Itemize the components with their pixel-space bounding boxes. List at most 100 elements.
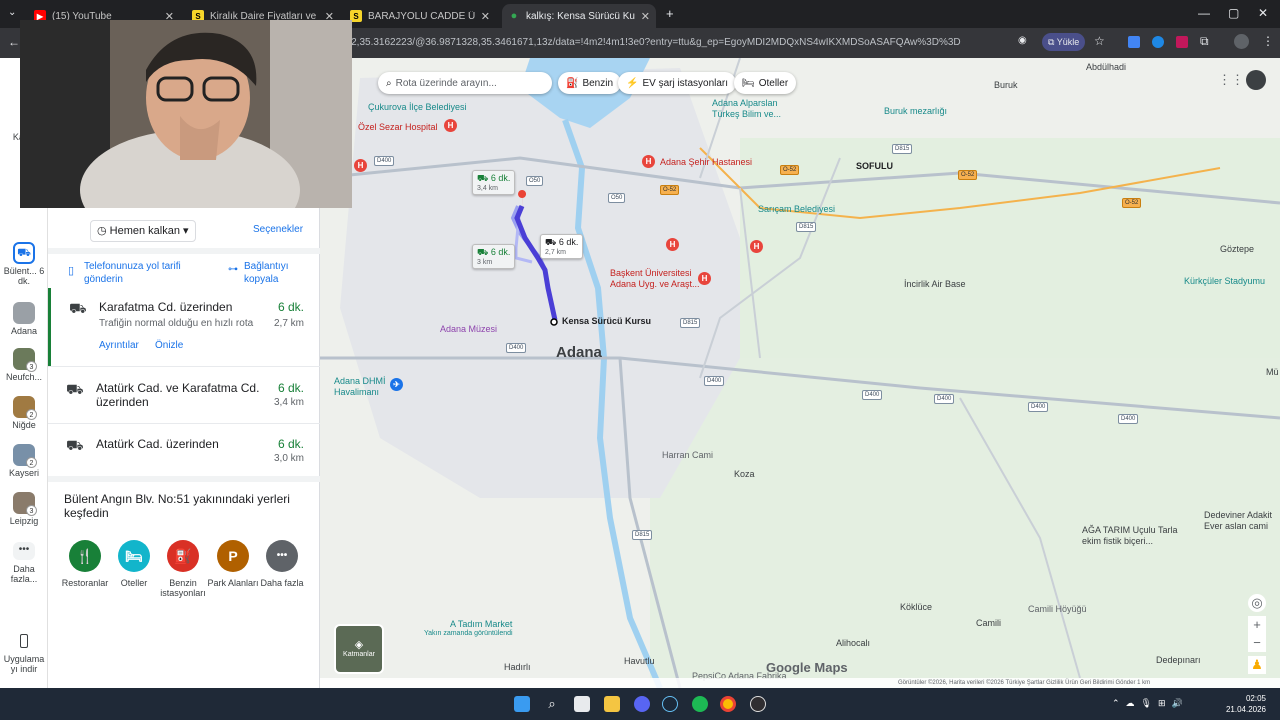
- hospital-icon[interactable]: H: [698, 272, 711, 285]
- options-link[interactable]: Seçenekler: [253, 224, 303, 235]
- search-icon[interactable]: ⌕: [544, 696, 560, 712]
- chip-ev-charging[interactable]: ⚡ EV şarj istasyonları: [618, 72, 737, 94]
- new-tab-button[interactable]: +: [666, 6, 674, 21]
- layers-button[interactable]: ◈ Katmanlar: [334, 624, 384, 674]
- count-badge: 2: [26, 457, 37, 468]
- tab-search-button[interactable]: ⌄: [8, 7, 16, 18]
- route-option-1[interactable]: ⛟ Karafatma Cd. üzerinden 6 dk. Trafiğin…: [48, 288, 320, 366]
- hospital-icon[interactable]: H: [444, 119, 457, 132]
- callout-time: 6 dk.: [490, 247, 511, 257]
- route-details-link[interactable]: Ayrıntılar: [99, 340, 139, 351]
- extensions-puzzle-icon[interactable]: ⧉: [1200, 34, 1209, 49]
- discord-icon[interactable]: [634, 696, 650, 712]
- destination-label[interactable]: Kensa Sürücü Kursu: [562, 316, 651, 326]
- taskbar-clock[interactable]: 02:05 21.04.2026: [1226, 693, 1266, 715]
- rail-label: Kayseri: [8, 468, 39, 478]
- close-window-button[interactable]: ✕: [1258, 6, 1268, 20]
- route-callout-alt-2[interactable]: ⛟ 6 dk. 3 km: [472, 244, 516, 269]
- clock-icon: ◷: [97, 225, 110, 237]
- place-label: Dedepınarı: [1156, 655, 1201, 665]
- route-callout-primary[interactable]: ⛟ 6 dk. 2,7 km: [540, 234, 584, 259]
- road-shield: O-52: [660, 185, 680, 195]
- rail-item-nigde[interactable]: 2 Niğde: [0, 396, 48, 430]
- profile-avatar[interactable]: [1234, 34, 1249, 49]
- rail-item-kayseri[interactable]: 2 Kayseri: [0, 444, 48, 478]
- hospital-icon[interactable]: H: [750, 240, 763, 253]
- route-search-input[interactable]: ⌕ Rota üzerinde arayın...: [378, 72, 552, 94]
- route-option-3[interactable]: ⛟ Atatürk Cad. üzerinden 6 dk. 3,0 km: [48, 424, 320, 476]
- back-icon[interactable]: ←: [8, 35, 20, 49]
- category-label: Daha fazla: [260, 578, 304, 588]
- apps-grid-icon[interactable]: ⋮⋮: [1218, 72, 1244, 88]
- chrome-icon[interactable]: [720, 696, 736, 712]
- extension-icon[interactable]: [1176, 36, 1188, 48]
- chip-hotels[interactable]: 🛏 Oteller: [734, 72, 797, 94]
- translate-icon[interactable]: [1128, 36, 1140, 48]
- close-icon[interactable]: ✕: [481, 10, 490, 23]
- windows-start-icon[interactable]: [514, 696, 530, 712]
- hospital-icon[interactable]: H: [642, 155, 655, 168]
- route-option-2[interactable]: ⛟ Atatürk Cad. ve Karafatma Cd. üzerinde…: [48, 367, 320, 423]
- zoom-out-button[interactable]: −: [1248, 634, 1266, 652]
- pegman-icon[interactable]: ♟: [1248, 656, 1266, 674]
- rail-label: Daha fazla...: [10, 564, 38, 584]
- category-label: Park Alanları: [207, 578, 259, 588]
- tab-barajyolu[interactable]: S BARAJYOLU CADDE ÜSTÜ BOŞ ✕: [344, 4, 496, 28]
- place-thumbnail: 2: [13, 444, 37, 468]
- hotel-icon: 🛏: [118, 540, 150, 572]
- menu-kebab-icon[interactable]: ⋮: [1262, 34, 1274, 48]
- place-label: Başkent Üniversitesi Adana Uyg. ve Araşt…: [610, 268, 700, 289]
- place-thumbnail: 3: [13, 492, 37, 516]
- route-callout-alt-1[interactable]: ⛟ 6 dk. 3,4 km: [472, 170, 516, 195]
- route-preview-link[interactable]: Önizle: [155, 340, 183, 351]
- send-to-phone-link[interactable]: Telefonunuza yol tarifi gönderin: [84, 260, 194, 286]
- my-location-button[interactable]: ◎: [1248, 594, 1266, 612]
- rail-item-get-app[interactable]: Uygulama yı indir: [0, 634, 48, 674]
- chevron-down-icon: ▾: [179, 225, 189, 237]
- system-tray[interactable]: ⌃☁🎙⊞🔊: [1112, 698, 1189, 709]
- category-more[interactable]: ••• Daha fazla: [253, 540, 311, 588]
- depart-time-select[interactable]: ◷ Hemen kalkan ▾: [90, 220, 196, 242]
- airport-icon[interactable]: ✈: [390, 378, 403, 391]
- hospital-icon[interactable]: H: [354, 159, 367, 172]
- more-dots-icon: •••: [266, 540, 298, 572]
- minimize-button[interactable]: —: [1198, 6, 1210, 20]
- account-avatar[interactable]: [1246, 70, 1266, 90]
- place-label: Buruk mezarlığı: [884, 106, 948, 116]
- parking-icon: P: [217, 540, 249, 572]
- chip-fuel[interactable]: ⛽ Benzin: [558, 72, 622, 94]
- rail-item-neufch[interactable]: 3 Neufch...: [0, 348, 48, 382]
- place-thumbnail: 3: [13, 348, 37, 372]
- hospital-icon[interactable]: H: [666, 238, 679, 251]
- map-canvas[interactable]: ⌕ Rota üzerinde arayın... ⛽ Benzin ⚡ EV şa…: [320, 58, 1280, 688]
- tab-maps[interactable]: ● kalkış: Kensa Sürücü Kursu, Kur ✕: [502, 4, 656, 28]
- tab-title: kalkış: Kensa Sürücü Kursu, Kur: [526, 10, 635, 22]
- rail-item-route[interactable]: ⛟ Bülent... 6 dk.: [0, 242, 48, 286]
- car-icon: ⛟: [69, 300, 87, 316]
- car-icon: ⛟: [477, 173, 491, 183]
- road-shield: O-52: [1122, 198, 1142, 208]
- steam-icon[interactable]: [662, 696, 678, 712]
- place-label: Adana Müzesi: [440, 324, 498, 334]
- webcam-overlay: [20, 20, 352, 208]
- spotify-icon[interactable]: [692, 696, 708, 712]
- store-icon[interactable]: [574, 696, 590, 712]
- road-shield: D400: [1118, 414, 1139, 424]
- category-label: Restoranlar: [61, 578, 109, 588]
- maximize-button[interactable]: ▢: [1228, 6, 1239, 20]
- zoom-in-button[interactable]: +: [1248, 616, 1266, 634]
- file-explorer-icon[interactable]: [604, 696, 620, 712]
- copy-link[interactable]: Bağlantıyı kopyala: [244, 260, 304, 286]
- obs-icon[interactable]: [750, 696, 766, 712]
- rail-label: Adana: [10, 326, 38, 336]
- rail-item-more[interactable]: ••• Daha fazla...: [0, 542, 48, 584]
- close-icon[interactable]: ✕: [641, 10, 650, 23]
- address-bar[interactable]: 062,35.3162223/@36.9871328,35.3461671,13…: [340, 32, 1120, 54]
- rail-label: Bülent... 6 dk.: [3, 266, 45, 286]
- rail-item-adana[interactable]: Adana: [0, 302, 48, 336]
- callout-distance: 2,7 km: [545, 249, 567, 256]
- road-shield: D400: [704, 376, 725, 386]
- rail-item-leipzig[interactable]: 3 Leipzig: [0, 492, 48, 526]
- extension-icon[interactable]: [1152, 36, 1164, 48]
- clock-time: 02:05: [1245, 694, 1266, 703]
